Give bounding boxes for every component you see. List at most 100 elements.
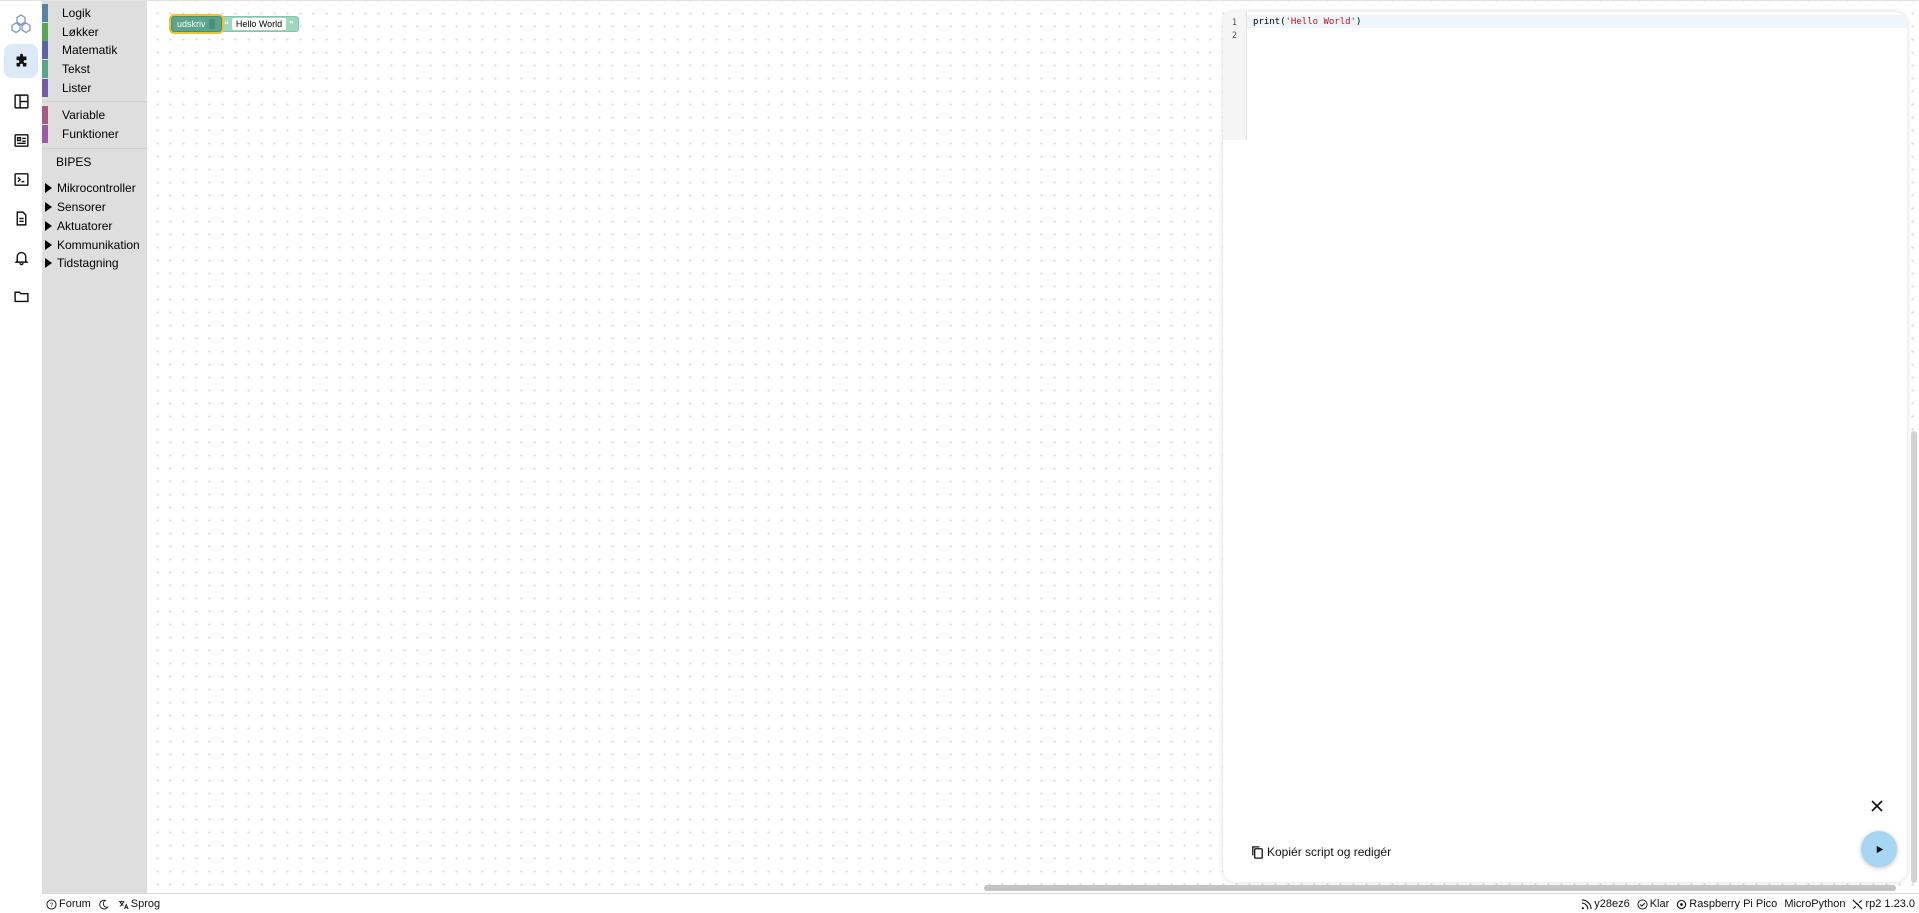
language-selector[interactable]: Sprog: [118, 898, 160, 910]
line-number: 2: [1231, 31, 1237, 41]
code-token: print(: [1253, 17, 1286, 27]
text-field[interactable]: Hello World: [231, 18, 287, 30]
expand-triangle-icon[interactable]: [45, 258, 52, 268]
category-color-bar: [42, 60, 48, 78]
quote-open-icon: ❝: [224, 19, 229, 29]
firmware-name: MicroPython: [1784, 898, 1846, 910]
folder-icon[interactable]: [4, 279, 38, 313]
category-color-bar: [42, 4, 48, 22]
board-selector[interactable]: Raspberry Pi Pico: [1676, 898, 1777, 910]
code-line-1[interactable]: print('Hello World'): [1253, 17, 1361, 27]
category-color-bar: [42, 106, 48, 124]
target-icon: [1677, 899, 1687, 909]
play-icon: [1876, 845, 1883, 853]
text-value-block[interactable]: ❝ Hello World ❞: [219, 16, 299, 32]
tree-item-label: Tidstagning: [57, 256, 119, 270]
category-color-bar: [42, 125, 48, 143]
print-block-label: udskriv: [177, 19, 206, 29]
bell-icon[interactable]: [4, 240, 38, 274]
category-color-bar: [42, 79, 48, 97]
status-bar: ? Forum Sprog y28ez6 Klar Raspberry Pi P…: [42, 893, 1919, 913]
vertical-scrollbar[interactable]: [1911, 431, 1917, 883]
category-label: Løkker: [62, 25, 99, 39]
tree-item-kommunikation[interactable]: Kommunikation: [42, 237, 140, 253]
category-loekker[interactable]: Løkker: [42, 23, 147, 41]
expand-triangle-icon[interactable]: [45, 240, 52, 250]
blockly-toolbox: Logik Løkker Matematik Tekst Lister Vari…: [42, 1, 147, 893]
category-lister[interactable]: Lister: [42, 79, 147, 97]
firmware-label: MicroPython: [1784, 898, 1845, 910]
category-matematik[interactable]: Matematik: [42, 41, 147, 59]
theme-toggle[interactable]: [98, 898, 111, 910]
expand-triangle-icon[interactable]: [45, 202, 52, 212]
print-statement-block[interactable]: udskriv: [171, 16, 222, 32]
device-connection[interactable]: y28ez6: [1581, 898, 1630, 910]
horizontal-scrollbar[interactable]: [984, 885, 1896, 891]
board-name: Raspberry Pi Pico: [1689, 898, 1778, 910]
tree-item-mikrocontroller[interactable]: Mikrocontroller: [42, 180, 136, 196]
toolbox-separator: [42, 148, 147, 149]
category-color-bar: [42, 23, 48, 41]
status-bar-right: y28ez6 Klar Raspberry Pi Pico MicroPytho…: [1581, 898, 1915, 910]
tree-item-label: Sensorer: [57, 200, 106, 214]
unplugged-icon: [1852, 898, 1863, 910]
bipes-logo-icon[interactable]: [4, 7, 38, 41]
code-preview-panel: 1 2 print('Hello World') Kopiér script o…: [1223, 12, 1907, 882]
code-string-token: 'Hello World': [1285, 17, 1356, 27]
forum-label: Forum: [59, 898, 91, 910]
category-tekst[interactable]: Tekst: [42, 60, 147, 78]
dashboard-icon[interactable]: [4, 123, 38, 157]
status-text: Klar: [1649, 898, 1670, 910]
tree-item-label: Kommunikation: [57, 238, 140, 252]
expand-triangle-icon[interactable]: [45, 221, 52, 231]
language-label: Sprog: [130, 898, 161, 910]
moon-icon: [99, 899, 109, 909]
category-label: Matematik: [62, 43, 118, 57]
category-label: Funktioner: [62, 127, 119, 141]
copy-icon: [1252, 845, 1263, 859]
nav-rail: [0, 1, 42, 893]
quote-close-icon: ❞: [289, 19, 294, 29]
svg-text:?: ?: [50, 901, 54, 908]
status-indicator: Klar: [1637, 898, 1670, 910]
version-info: rp2 1.23.0: [1852, 898, 1915, 910]
input-slot: [208, 19, 215, 29]
device-id: y28ez6: [1594, 898, 1630, 910]
document-icon[interactable]: [4, 201, 38, 235]
rss-icon: [1581, 898, 1592, 909]
close-icon: [1871, 800, 1883, 812]
copy-script-button[interactable]: Kopiér script og redigér: [1250, 843, 1391, 861]
run-button[interactable]: [1861, 831, 1897, 867]
terminal-icon[interactable]: [4, 162, 38, 196]
category-label: Lister: [62, 81, 92, 95]
category-label: Tekst: [62, 62, 91, 76]
category-variable[interactable]: Variable: [42, 106, 147, 124]
line-number: 1: [1231, 18, 1237, 28]
line-number-gutter: 1 2: [1223, 12, 1247, 140]
status-bar-left: ? Forum Sprog: [46, 898, 160, 910]
help-icon: ?: [46, 898, 57, 910]
version-text: rp2 1.23.0: [1865, 898, 1915, 910]
category-label: Logik: [62, 6, 91, 20]
blocks-puzzle-icon[interactable]: [4, 44, 38, 78]
copy-script-label: Kopiér script og redigér: [1267, 845, 1392, 859]
expand-triangle-icon[interactable]: [45, 183, 52, 193]
tree-item-sensorer[interactable]: Sensorer: [42, 199, 106, 215]
forum-link[interactable]: ? Forum: [46, 898, 91, 910]
tree-item-label: Mikrocontroller: [57, 181, 136, 195]
tree-item-tidstagning[interactable]: Tidstagning: [42, 255, 119, 271]
check-circle-icon: [1637, 898, 1648, 910]
language-icon: [118, 900, 129, 909]
tree-item-aktuatorer[interactable]: Aktuatorer: [42, 218, 112, 234]
code-token: ): [1355, 17, 1362, 27]
category-funktioner[interactable]: Funktioner: [42, 125, 147, 143]
app-window: Logik Løkker Matematik Tekst Lister Vari…: [0, 0, 1919, 913]
layout-icon[interactable]: [4, 84, 38, 118]
category-label: Variable: [62, 108, 106, 122]
category-logik[interactable]: Logik: [42, 4, 147, 22]
close-button[interactable]: [1869, 798, 1885, 814]
section-title-bipes: BIPES: [56, 155, 92, 169]
toolbox-separator: [42, 101, 147, 102]
tree-item-label: Aktuatorer: [57, 219, 113, 233]
print-block[interactable]: udskriv ❝ Hello World ❞: [171, 16, 299, 32]
